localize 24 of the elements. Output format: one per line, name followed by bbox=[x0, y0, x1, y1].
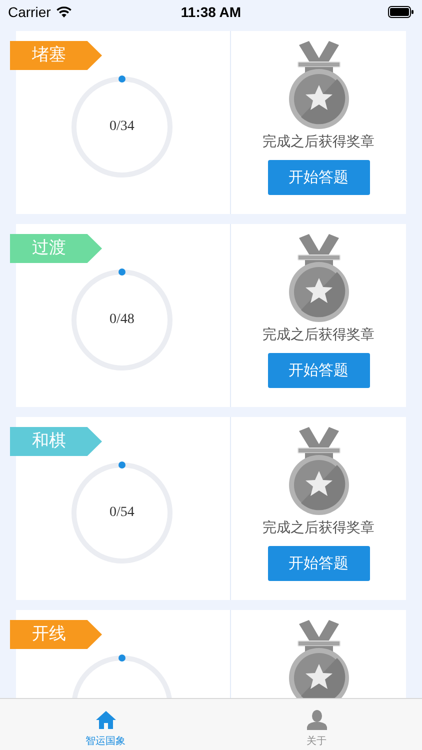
battery-icon bbox=[388, 6, 414, 18]
progress-count: 0/54 bbox=[110, 505, 134, 521]
category-tag: 和棋 bbox=[10, 427, 102, 456]
carrier-label: Carrier bbox=[8, 4, 51, 20]
wifi-icon bbox=[56, 6, 72, 18]
category-tag: 堵塞 bbox=[10, 41, 102, 70]
medal-icon bbox=[286, 41, 350, 129]
tab-item[interactable]: 智运国象 bbox=[0, 699, 211, 750]
person-icon bbox=[306, 710, 326, 730]
progress-count: 0/48 bbox=[110, 312, 134, 328]
category-tag: 开线 bbox=[10, 620, 102, 649]
start-quiz-button[interactable]: 开始答题 bbox=[268, 546, 370, 581]
category-tag: 过渡 bbox=[10, 234, 102, 263]
start-quiz-button[interactable]: 开始答题 bbox=[268, 160, 370, 195]
medal-caption: 完成之后获得奖章 bbox=[262, 326, 374, 344]
medal-icon bbox=[286, 427, 350, 515]
home-icon bbox=[94, 710, 116, 730]
medal-caption: 完成之后获得奖章 bbox=[262, 133, 374, 151]
progress-count: 0/34 bbox=[110, 119, 134, 135]
medal-caption: 完成之后获得奖章 bbox=[262, 519, 374, 537]
status-time: 11:38 AM bbox=[180, 4, 242, 20]
medal-icon bbox=[286, 234, 350, 322]
tab-item[interactable]: 关于 bbox=[211, 699, 422, 750]
start-quiz-button[interactable]: 开始答题 bbox=[268, 353, 370, 388]
